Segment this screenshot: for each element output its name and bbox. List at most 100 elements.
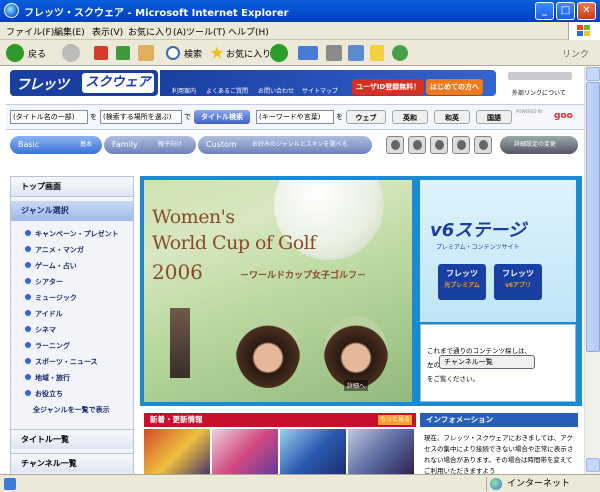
scroll-up-icon[interactable] (586, 67, 600, 81)
flets-v6-app-button[interactable]: フレッツ v6アプリ (494, 264, 542, 300)
ie-icon (4, 3, 19, 18)
messenger-icon[interactable] (392, 45, 408, 61)
custom-mode-tab[interactable]: Custom お好みのジャンルとスキンを選べる (198, 136, 372, 154)
search-bar: (タイトル名の一部) を (検索する場所を選ぶ) で タイトル検索 (キーワード… (6, 104, 584, 130)
skin-1-icon[interactable] (386, 136, 404, 154)
area-select[interactable]: (検索する場所を選ぶ) (100, 110, 182, 124)
menu-edit[interactable]: 編集(E) (54, 25, 85, 38)
custom-label: Custom (206, 140, 237, 149)
sidebar-item-anime[interactable]: アニメ・マンガ (25, 245, 84, 255)
channel-list-button[interactable]: チャンネル一覧 (439, 355, 535, 369)
link-sitemap[interactable]: サイトマップ (302, 86, 338, 95)
status-bar: インターネット (0, 474, 600, 492)
flets-square-logo[interactable]: フレッツ スクウェア (10, 70, 158, 96)
link-contact[interactable]: お問い合わせ (258, 86, 294, 95)
sidebar-item-campaign[interactable]: キャンペーン・プレゼント (25, 229, 119, 239)
flets-hikari-premium-button[interactable]: フレッツ 光プレミアム (438, 264, 486, 300)
user-id-blurred (508, 72, 572, 80)
register-button[interactable]: ユーザID登録無料！ (352, 79, 425, 95)
player-photo-1 (236, 316, 300, 388)
window-title: フレッツ・スクウェア - Microsoft Internet Explorer (24, 8, 289, 19)
mail-icon[interactable] (298, 46, 318, 60)
sidebar-channel-list[interactable]: チャンネル一覧 (11, 453, 133, 473)
logo-square: スクウェア (82, 73, 154, 93)
sidebar-item-music[interactable]: ミュージック (25, 293, 77, 303)
sidebar-item-learning[interactable]: ラーニング (25, 341, 70, 351)
keyword-input[interactable]: (キーワードや言葉) (256, 110, 334, 124)
title-bar: フレッツ・スクウェア - Microsoft Internet Explorer… (0, 0, 600, 22)
skin-4-icon[interactable] (452, 136, 470, 154)
search-icon[interactable] (166, 46, 180, 60)
refresh-icon[interactable] (116, 46, 130, 60)
web-search-button[interactable]: ウェブ (346, 110, 386, 124)
menu-favorites[interactable]: お気に入り(A) (128, 25, 186, 38)
v6-stage-panel[interactable]: v6ステージ プレミアム・コンテンツサイト フレッツ 光プレミアム フレッツ v6ア… (420, 180, 576, 322)
sidebar-item-travel[interactable]: 地域・旅行 (25, 373, 70, 383)
first-time-button[interactable]: はじめての方へ (426, 79, 483, 95)
toolbar: 戻る 検索 お気に入り リンク (0, 40, 600, 66)
sidebar-top[interactable]: トップ画面 (11, 177, 133, 197)
skin-2-icon[interactable] (408, 136, 426, 154)
menu-help[interactable]: ヘルプ(H) (228, 25, 269, 38)
sidebar-item-cinema[interactable]: シネマ (25, 325, 56, 335)
goo-logo: goo (554, 111, 573, 121)
sidebar-item-sports[interactable]: スポーツ・ニュース (25, 357, 98, 367)
scroll-down-icon[interactable] (586, 458, 600, 472)
custom-sub: お好みのジャンルとスキンを選べる (252, 141, 348, 148)
sidebar: トップ画面 ジャンル選択 キャンペーン・プレゼント アニメ・マンガ ゲーム・占い… (10, 176, 134, 474)
back-arrow-icon[interactable] (6, 44, 24, 62)
back-label[interactable]: 戻る (28, 47, 46, 60)
dictionary-button[interactable]: 国語 (476, 110, 512, 124)
favorites-star-icon[interactable] (210, 46, 224, 59)
favorites-label[interactable]: お気に入り (226, 47, 271, 60)
news-thumbnail-3[interactable] (280, 429, 346, 474)
forward-arrow-icon[interactable] (62, 44, 80, 62)
sidebar-item-game[interactable]: ゲーム・占い (25, 261, 77, 271)
link-faq[interactable]: よくあるご質問 (206, 86, 248, 95)
maximize-button[interactable]: □ (556, 2, 575, 20)
vertical-scrollbar[interactable] (584, 66, 600, 474)
print-icon[interactable] (326, 45, 342, 61)
news-thumbnail-2[interactable] (212, 429, 278, 474)
title-search-button[interactable]: タイトル検索 (194, 110, 250, 124)
ja-en-button[interactable]: 和英 (434, 110, 470, 124)
sidebar-item-theater[interactable]: シアター (25, 277, 63, 287)
title-search-input[interactable]: (タイトル名の一部) (10, 110, 88, 124)
news-thumbnail-4[interactable] (348, 429, 414, 474)
particle-wo: を (90, 113, 97, 121)
news-more-button[interactable]: もっと見る (377, 415, 412, 425)
banner-line2: World Cup of Golf (152, 232, 316, 254)
golf-banner[interactable]: Women's World Cup of Golf 2006 －ワールドカップ女… (144, 180, 412, 402)
sidebar-item-idol[interactable]: アイドル (25, 309, 63, 319)
stop-icon[interactable] (94, 46, 108, 60)
scroll-thumb[interactable] (586, 82, 600, 352)
link-usage-guide[interactable]: 利用案内 (172, 86, 196, 95)
links-label[interactable]: リンク (562, 47, 589, 60)
settings-button[interactable]: 詳細設定の変更 (500, 136, 578, 154)
sidebar-item-useful[interactable]: お役立ち (25, 389, 63, 399)
menu-view[interactable]: 表示(V) (92, 25, 123, 38)
family-mode-tab[interactable]: Family 親子向け (104, 136, 196, 154)
menu-file[interactable]: ファイル(F) (6, 25, 54, 38)
menu-tools[interactable]: ツール(T) (186, 25, 226, 38)
sidebar-genre-header[interactable]: ジャンル選択 (11, 201, 133, 221)
banner-details-link[interactable]: 詳細へ (344, 380, 369, 391)
notes-icon[interactable] (370, 45, 384, 61)
basic-label: Basic (18, 140, 40, 149)
sidebar-all-genres[interactable]: 全ジャンルを一覧で表示 (33, 405, 110, 415)
basic-mode-tab[interactable]: Basic 基本 (10, 136, 102, 154)
channel-guide-line1: これまで通りのコンテンツ探しは、 (427, 347, 531, 355)
mode-bar: Basic 基本 Family 親子向け Custom お好みのジャンルとスキン… (6, 134, 584, 156)
en-ja-button[interactable]: 英和 (392, 110, 428, 124)
search-label[interactable]: 検索 (184, 47, 202, 60)
minimize-button[interactable]: _ (535, 2, 554, 20)
edit-icon[interactable] (348, 45, 364, 61)
close-button[interactable]: ✕ (577, 2, 596, 20)
skin-3-icon[interactable] (430, 136, 448, 154)
home-icon[interactable] (138, 45, 154, 61)
external-links-note[interactable]: 外部リンクについて (512, 88, 566, 97)
skin-5-icon[interactable] (474, 136, 492, 154)
sidebar-title-list[interactable]: タイトル一覧 (11, 429, 133, 449)
news-thumbnail-1[interactable] (144, 429, 210, 474)
media-icon[interactable] (270, 44, 288, 62)
